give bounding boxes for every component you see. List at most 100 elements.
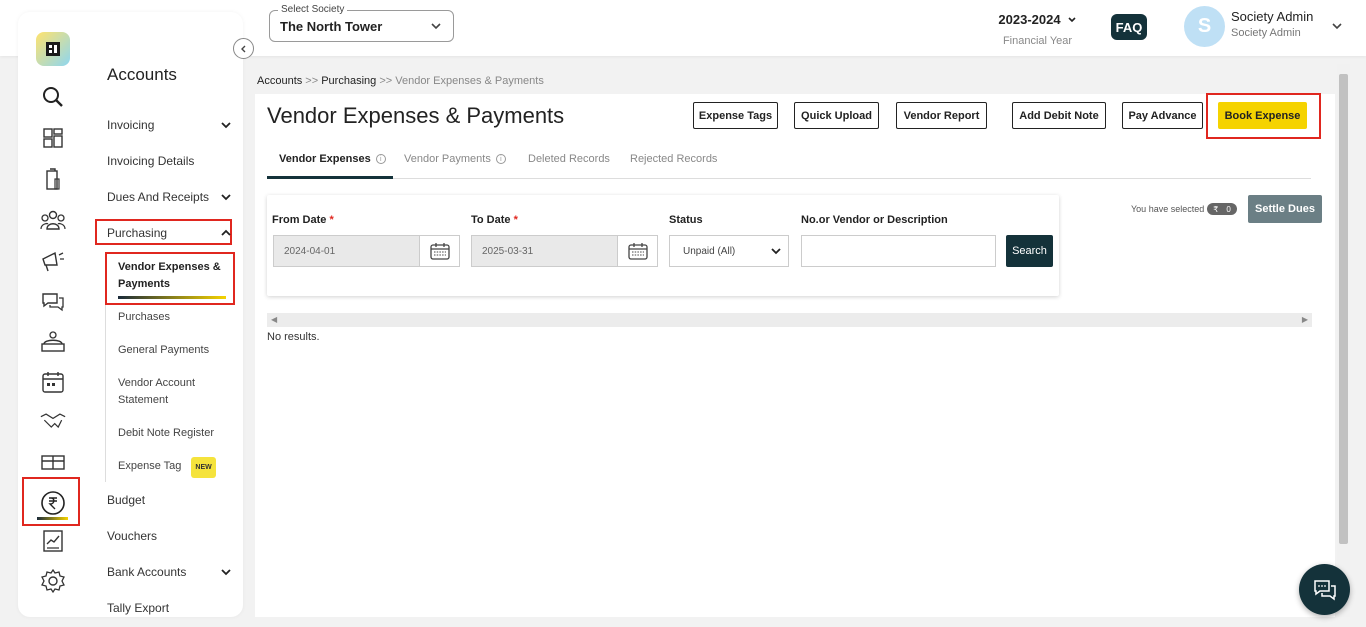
breadcrumb-current: Vendor Expenses & Payments [395,75,544,87]
sidebar: Accounts Invoicing Invoicing Details Due… [18,12,243,617]
subnav-vendor-statement[interactable]: Vendor Account Statement [118,375,208,409]
subnav-debit-register[interactable]: Debit Note Register [118,425,233,442]
filter-panel: From Date * 2024-04-01 To Date * 2025-03… [267,195,1059,296]
handshake-icon[interactable] [40,408,66,434]
main-card: Vendor Expenses & Payments Expense Tags … [255,93,1335,617]
nav-item-label: Invoicing [107,118,155,132]
new-badge: NEW [191,457,216,478]
chevron-down-icon [771,248,781,255]
add-debit-note-button[interactable]: Add Debit Note [1012,102,1106,129]
search-icon[interactable] [40,84,66,110]
rupee-icon[interactable] [40,490,66,516]
nav-item-invoicing[interactable]: Invoicing [107,118,232,132]
search-label: No.or Vendor or Description [801,214,948,226]
selection-text: You have selected [1131,204,1205,214]
chevron-down-icon [221,569,231,576]
financial-year-selector[interactable]: 2023-2024 Financial Year [990,11,1085,47]
gift-icon[interactable] [40,448,66,474]
dashboard-icon[interactable] [40,125,66,151]
search-input[interactable] [801,235,996,267]
logo-icon [46,42,60,56]
calendar-icon[interactable] [419,236,459,266]
announcement-icon[interactable] [40,248,66,274]
members-icon[interactable] [40,207,66,233]
selection-count-badge: ₹0 [1207,203,1237,215]
sidebar-collapse-button[interactable] [233,38,254,59]
settle-dues-button[interactable]: Settle Dues [1248,195,1322,223]
society-select[interactable]: Select Society The North Tower [269,4,454,42]
nav-item-invoicing-details[interactable]: Invoicing Details [107,154,232,168]
nav-item-label: Dues And Receipts [107,190,210,204]
status-select[interactable]: Unpaid (All) [669,235,789,267]
tab-vendor-expenses[interactable]: Vendor Expenses i [279,153,386,165]
financial-year-label: Financial Year [1002,35,1073,47]
active-tab-underline [267,176,393,179]
nav-item-bank-accounts[interactable]: Bank Accounts [107,565,232,579]
vendor-report-button[interactable]: Vendor Report [896,102,987,129]
user-role: Society Admin [1231,27,1301,39]
tab-label: Rejected Records [630,153,718,165]
tab-label: Deleted Records [528,153,610,165]
chat-bubble-icon [1313,579,1336,600]
nav-item-label: Budget [107,493,146,507]
scroll-right-icon[interactable]: ▶ [1302,315,1308,324]
subnav-general-payments[interactable]: General Payments [118,342,233,359]
chat-support-button[interactable] [1299,564,1350,615]
chevron-up-icon [221,229,231,236]
nav-item-vouchers[interactable]: Vouchers [107,529,232,543]
to-date-value: 2025-03-31 [482,246,534,257]
tab-label: Vendor Expenses [279,153,371,165]
nav-item-budget[interactable]: Budget [107,493,232,507]
report-icon[interactable] [40,528,66,554]
quick-upload-button[interactable]: Quick Upload [794,102,879,129]
nav-item-dues-receipts[interactable]: Dues And Receipts [107,190,232,204]
society-select-value: The North Tower [280,19,383,34]
from-date-value: 2024-04-01 [284,246,336,257]
horizontal-scrollbar[interactable]: ◀ ▶ [267,313,1312,327]
tab-label: Vendor Payments [404,153,491,165]
helpdesk-icon[interactable] [40,329,66,355]
chevron-left-icon [240,45,245,52]
tab-vendor-payments[interactable]: Vendor Payments i [404,153,506,165]
rail-active-underline [37,517,68,520]
subnav-expense-tag[interactable]: Expense Tag NEW [118,457,243,478]
avatar[interactable]: S [1184,6,1225,47]
faq-button[interactable]: FAQ [1111,14,1147,40]
tab-rejected-records[interactable]: Rejected Records [630,153,717,165]
app-logo[interactable] [36,32,70,66]
subnav-vendor-expenses[interactable]: Vendor Expenses & Payments [118,259,233,293]
search-button[interactable]: Search [1006,235,1053,267]
vertical-scrollbar[interactable] [1337,64,1350,617]
to-date-label: To Date * [471,214,518,226]
nav-title: Accounts [107,65,177,84]
chevron-down-icon [431,23,441,30]
breadcrumb-separator: >> [302,75,322,87]
no-results-text: No results. [267,331,320,343]
settings-icon[interactable] [40,568,66,594]
pay-advance-button[interactable]: Pay Advance [1122,102,1203,129]
chevron-down-icon [1068,16,1076,22]
nav-item-label: Tally Export [107,601,170,615]
calendar-icon[interactable] [40,369,66,395]
financial-year-value: 2023-2024 [998,12,1061,27]
breadcrumb-accounts[interactable]: Accounts [257,75,302,87]
info-icon: i [375,154,386,164]
book-expense-button[interactable]: Book Expense [1218,102,1307,129]
scroll-left-icon[interactable]: ◀ [271,315,277,324]
from-date-field[interactable]: 2024-04-01 [273,235,460,267]
scrollbar-thumb[interactable] [1339,74,1348,544]
subnav-label: Expense Tag [118,460,182,472]
user-menu-chevron-icon[interactable] [1331,20,1343,32]
nav-item-tally-export[interactable]: Tally Export [107,601,232,615]
calendar-icon[interactable] [617,236,657,266]
nav-item-purchasing[interactable]: Purchasing [107,226,232,240]
tab-deleted-records[interactable]: Deleted Records [528,153,610,165]
nav-item-label: Vouchers [107,529,158,543]
breadcrumb-purchasing[interactable]: Purchasing [321,75,376,87]
status-label: Status [669,214,703,226]
chat-icon[interactable] [40,288,66,314]
building-icon[interactable] [40,166,66,192]
subnav-purchases[interactable]: Purchases [118,309,233,326]
expense-tags-button[interactable]: Expense Tags [693,102,778,129]
to-date-field[interactable]: 2025-03-31 [471,235,658,267]
